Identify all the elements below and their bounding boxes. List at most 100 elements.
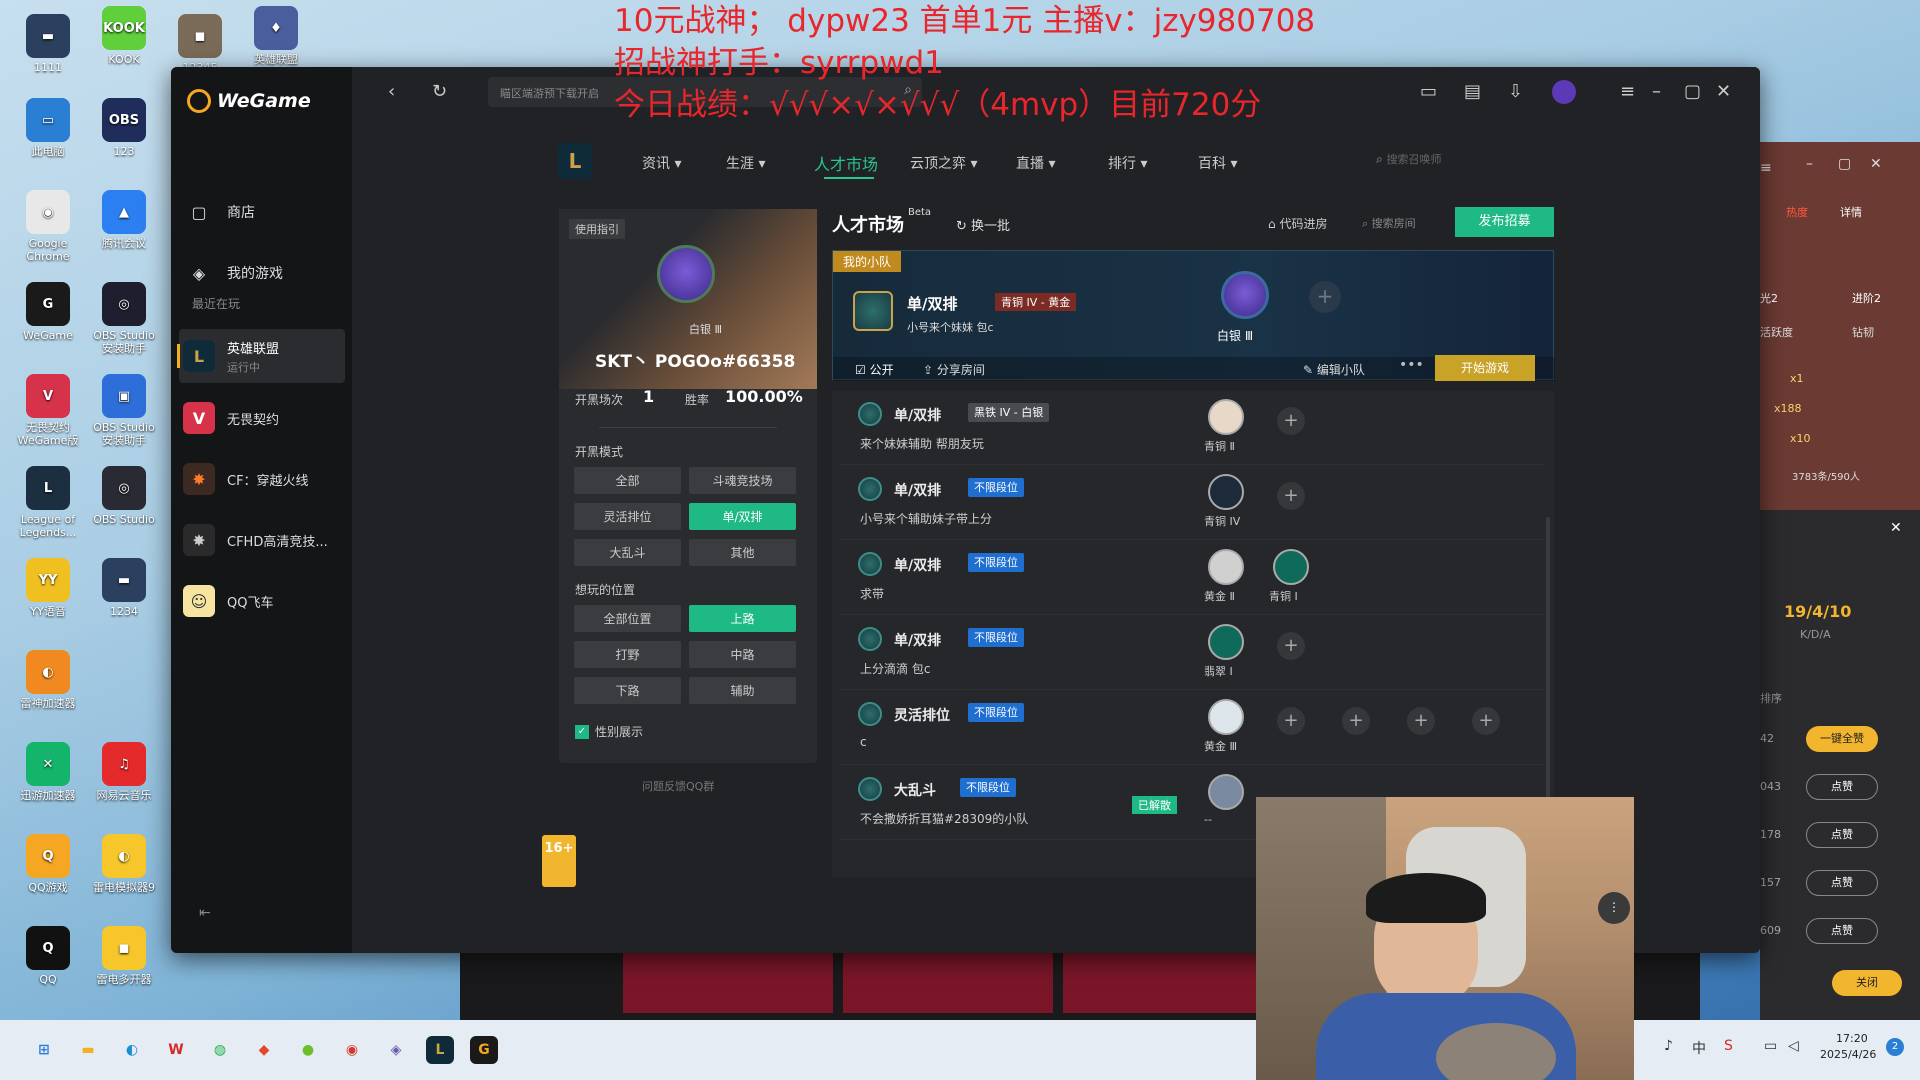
nav-talent-market[interactable]: 人才市场 — [814, 151, 878, 175]
sidebar-item-store[interactable]: ▢ 商店 — [183, 187, 349, 237]
desktop-shortcut[interactable]: ▬ 1111 — [10, 14, 86, 74]
join-slot-button[interactable]: + — [1342, 707, 1370, 735]
close-icon[interactable]: ✕ — [1890, 520, 1902, 536]
wps-icon[interactable]: W — [162, 1036, 190, 1064]
edit-team-button[interactable]: ✎ 编辑小队 — [1303, 361, 1365, 378]
post-recruit-button[interactable]: 发布招募 — [1455, 207, 1554, 237]
close-button[interactable]: 关闭 — [1832, 970, 1902, 996]
volume-icon[interactable]: ◁ — [1788, 1038, 1799, 1054]
desktop-shortcut[interactable]: ◐ 雷神加速器 — [10, 650, 86, 710]
member-avatar[interactable] — [1208, 699, 1244, 735]
sidebar-item-cf[interactable]: ✸ CF：穿越火线 — [183, 454, 349, 504]
desktop-shortcut[interactable]: G WeGame — [10, 282, 86, 342]
wegame-logo[interactable]: WeGame — [187, 89, 311, 113]
team-row[interactable]: 单/双排 不限段位 求带 黄金 Ⅱ 青铜 Ⅰ — [840, 541, 1545, 615]
like-button[interactable]: 点赞 — [1806, 870, 1878, 896]
nav-tft[interactable]: 云顶之弈 ▾ — [910, 153, 977, 173]
sidebar-item-cfhd[interactable]: ✸ CFHD高清竞技... — [183, 515, 349, 565]
desktop-shortcut[interactable]: ◎ OBS Studio 安装助手 — [86, 282, 162, 355]
app-tray-icon[interactable]: S — [1724, 1038, 1733, 1054]
network-icon[interactable]: ▭ — [1764, 1038, 1777, 1054]
chrome-icon[interactable]: ◉ — [338, 1036, 366, 1064]
start-icon[interactable]: ⊞ — [30, 1036, 58, 1064]
refresh-icon[interactable]: ↻ — [432, 81, 447, 102]
more-icon[interactable]: ••• — [1399, 357, 1424, 373]
desktop-shortcut[interactable]: ◼12345 — [162, 14, 238, 74]
ime-icon[interactable]: 中 — [1692, 1038, 1706, 1058]
wegame-icon[interactable]: G — [470, 1036, 498, 1064]
message-icon[interactable]: ▭ — [1420, 81, 1437, 102]
summoner-search[interactable]: ⌕ 搜索召唤师 — [1376, 151, 1486, 175]
close-icon[interactable]: ✕ — [1870, 156, 1882, 172]
detail-link[interactable]: 详情 — [1840, 204, 1862, 220]
clock-date[interactable]: 2025/4/26 — [1820, 1048, 1876, 1061]
like-button[interactable]: 点赞 — [1806, 918, 1878, 944]
refresh-batch-button[interactable]: ↻ 换一批 — [956, 215, 1010, 234]
desktop-shortcut[interactable]: ◎ OBS Studio — [86, 466, 162, 526]
nav-rank[interactable]: 排行 ▾ — [1108, 153, 1147, 173]
file-explorer-icon[interactable]: ▬ — [74, 1036, 102, 1064]
collapse-icon[interactable]: ⇤ — [199, 905, 211, 921]
desktop-shortcut[interactable]: ♫ 网易云音乐 — [86, 742, 162, 802]
add-member-button[interactable]: + — [1309, 281, 1341, 313]
sidebar-item-valorant[interactable]: V 无畏契约 — [183, 393, 349, 443]
member-avatar[interactable] — [1208, 474, 1244, 510]
like-button[interactable]: 点赞 — [1806, 774, 1878, 800]
start-game-button[interactable]: 开始游戏 — [1435, 355, 1535, 381]
lol-logo[interactable]: L — [558, 143, 592, 179]
nav-live[interactable]: 直播 ▾ — [1016, 153, 1055, 173]
app-icon[interactable]: ◆ — [250, 1036, 278, 1064]
mode-chip-other[interactable]: 其他 — [689, 539, 796, 566]
menu-icon[interactable]: ≡ — [1620, 81, 1635, 102]
member-avatar[interactable] — [1208, 399, 1244, 435]
team-row[interactable]: 单/双排 不限段位 小号来个辅助妹子带上分 青铜 IV + — [840, 466, 1545, 540]
desktop-shortcut[interactable]: OBS 123 — [86, 98, 162, 158]
sidebar-item-qqspeed[interactable]: ☺ QQ飞车 — [183, 576, 349, 626]
join-slot-button[interactable]: + — [1407, 707, 1435, 735]
pos-chip-all[interactable]: 全部位置 — [574, 605, 681, 632]
like-all-button[interactable]: 一键全赞 — [1806, 726, 1878, 752]
back-icon[interactable]: ‹ — [388, 81, 395, 102]
join-slot-button[interactable]: + — [1472, 707, 1500, 735]
desktop-shortcut[interactable]: ✕ 迅游加速器 — [10, 742, 86, 802]
member-avatar[interactable] — [1208, 624, 1244, 660]
desktop-shortcut[interactable]: ◉ Google Chrome — [10, 190, 86, 263]
join-slot-button[interactable]: + — [1277, 632, 1305, 660]
edge-icon[interactable]: ◐ — [118, 1036, 146, 1064]
code-join-button[interactable]: ⌂ 代码进房 — [1268, 215, 1327, 232]
sidebar-item-mygames[interactable]: ◈ 我的游戏 — [183, 248, 349, 298]
mode-chip-solo[interactable]: 单/双排 — [689, 503, 796, 530]
desktop-shortcut[interactable]: ▬ 1234 — [86, 558, 162, 618]
join-slot-button[interactable]: + — [1277, 407, 1305, 435]
search-room-input[interactable]: ⌕ 搜索房间 — [1362, 215, 1416, 231]
chat-icon[interactable]: ▤ — [1464, 81, 1481, 102]
more-vert-icon[interactable]: ⋮ — [1598, 892, 1630, 924]
team-row[interactable]: 灵活排位 不限段位 c 黄金 Ⅲ + + + + — [840, 691, 1545, 765]
desktop-shortcut[interactable]: KOOK KOOK — [86, 6, 162, 66]
nav-career[interactable]: 生涯 ▾ — [726, 153, 765, 173]
desktop-shortcut[interactable]: ♦ 英雄联盟 — [238, 6, 314, 66]
mode-chip-aram[interactable]: 大乱斗 — [574, 539, 681, 566]
desktop-shortcut[interactable]: ▭ 此电脑 — [10, 98, 86, 158]
download-icon[interactable]: ⇩ — [1508, 81, 1523, 102]
clock-time[interactable]: 17:20 — [1836, 1032, 1868, 1045]
member-avatar[interactable] — [1221, 271, 1269, 319]
desktop-shortcut[interactable]: Q QQ游戏 — [10, 834, 86, 894]
like-button[interactable]: 点赞 — [1806, 822, 1878, 848]
pos-chip-bot[interactable]: 下路 — [574, 677, 681, 704]
member-avatar[interactable] — [1273, 549, 1309, 585]
pos-chip-support[interactable]: 辅助 — [689, 677, 796, 704]
pos-chip-top[interactable]: 上路 — [689, 605, 796, 632]
minimize-icon[interactable]: – — [1652, 81, 1661, 102]
guide-button[interactable]: 使用指引 — [569, 219, 625, 239]
join-slot-button[interactable]: + — [1277, 707, 1305, 735]
desktop-shortcut[interactable]: ◐ 雷电模拟器9 — [86, 834, 162, 894]
gender-checkbox[interactable]: ✓ 性别展示 — [575, 723, 643, 740]
desktop-shortcut[interactable]: ▲ 腾讯会议 — [86, 190, 162, 250]
desktop-shortcut[interactable]: V 无畏契约 WeGame版 — [10, 374, 86, 447]
app-icon[interactable]: ◈ — [382, 1036, 410, 1064]
mode-chip-all[interactable]: 全部 — [574, 467, 681, 494]
share-room-button[interactable]: ⇪ 分享房间 — [923, 361, 985, 378]
mode-chip-flex[interactable]: 灵活排位 — [574, 503, 681, 530]
app-icon[interactable]: ● — [294, 1036, 322, 1064]
